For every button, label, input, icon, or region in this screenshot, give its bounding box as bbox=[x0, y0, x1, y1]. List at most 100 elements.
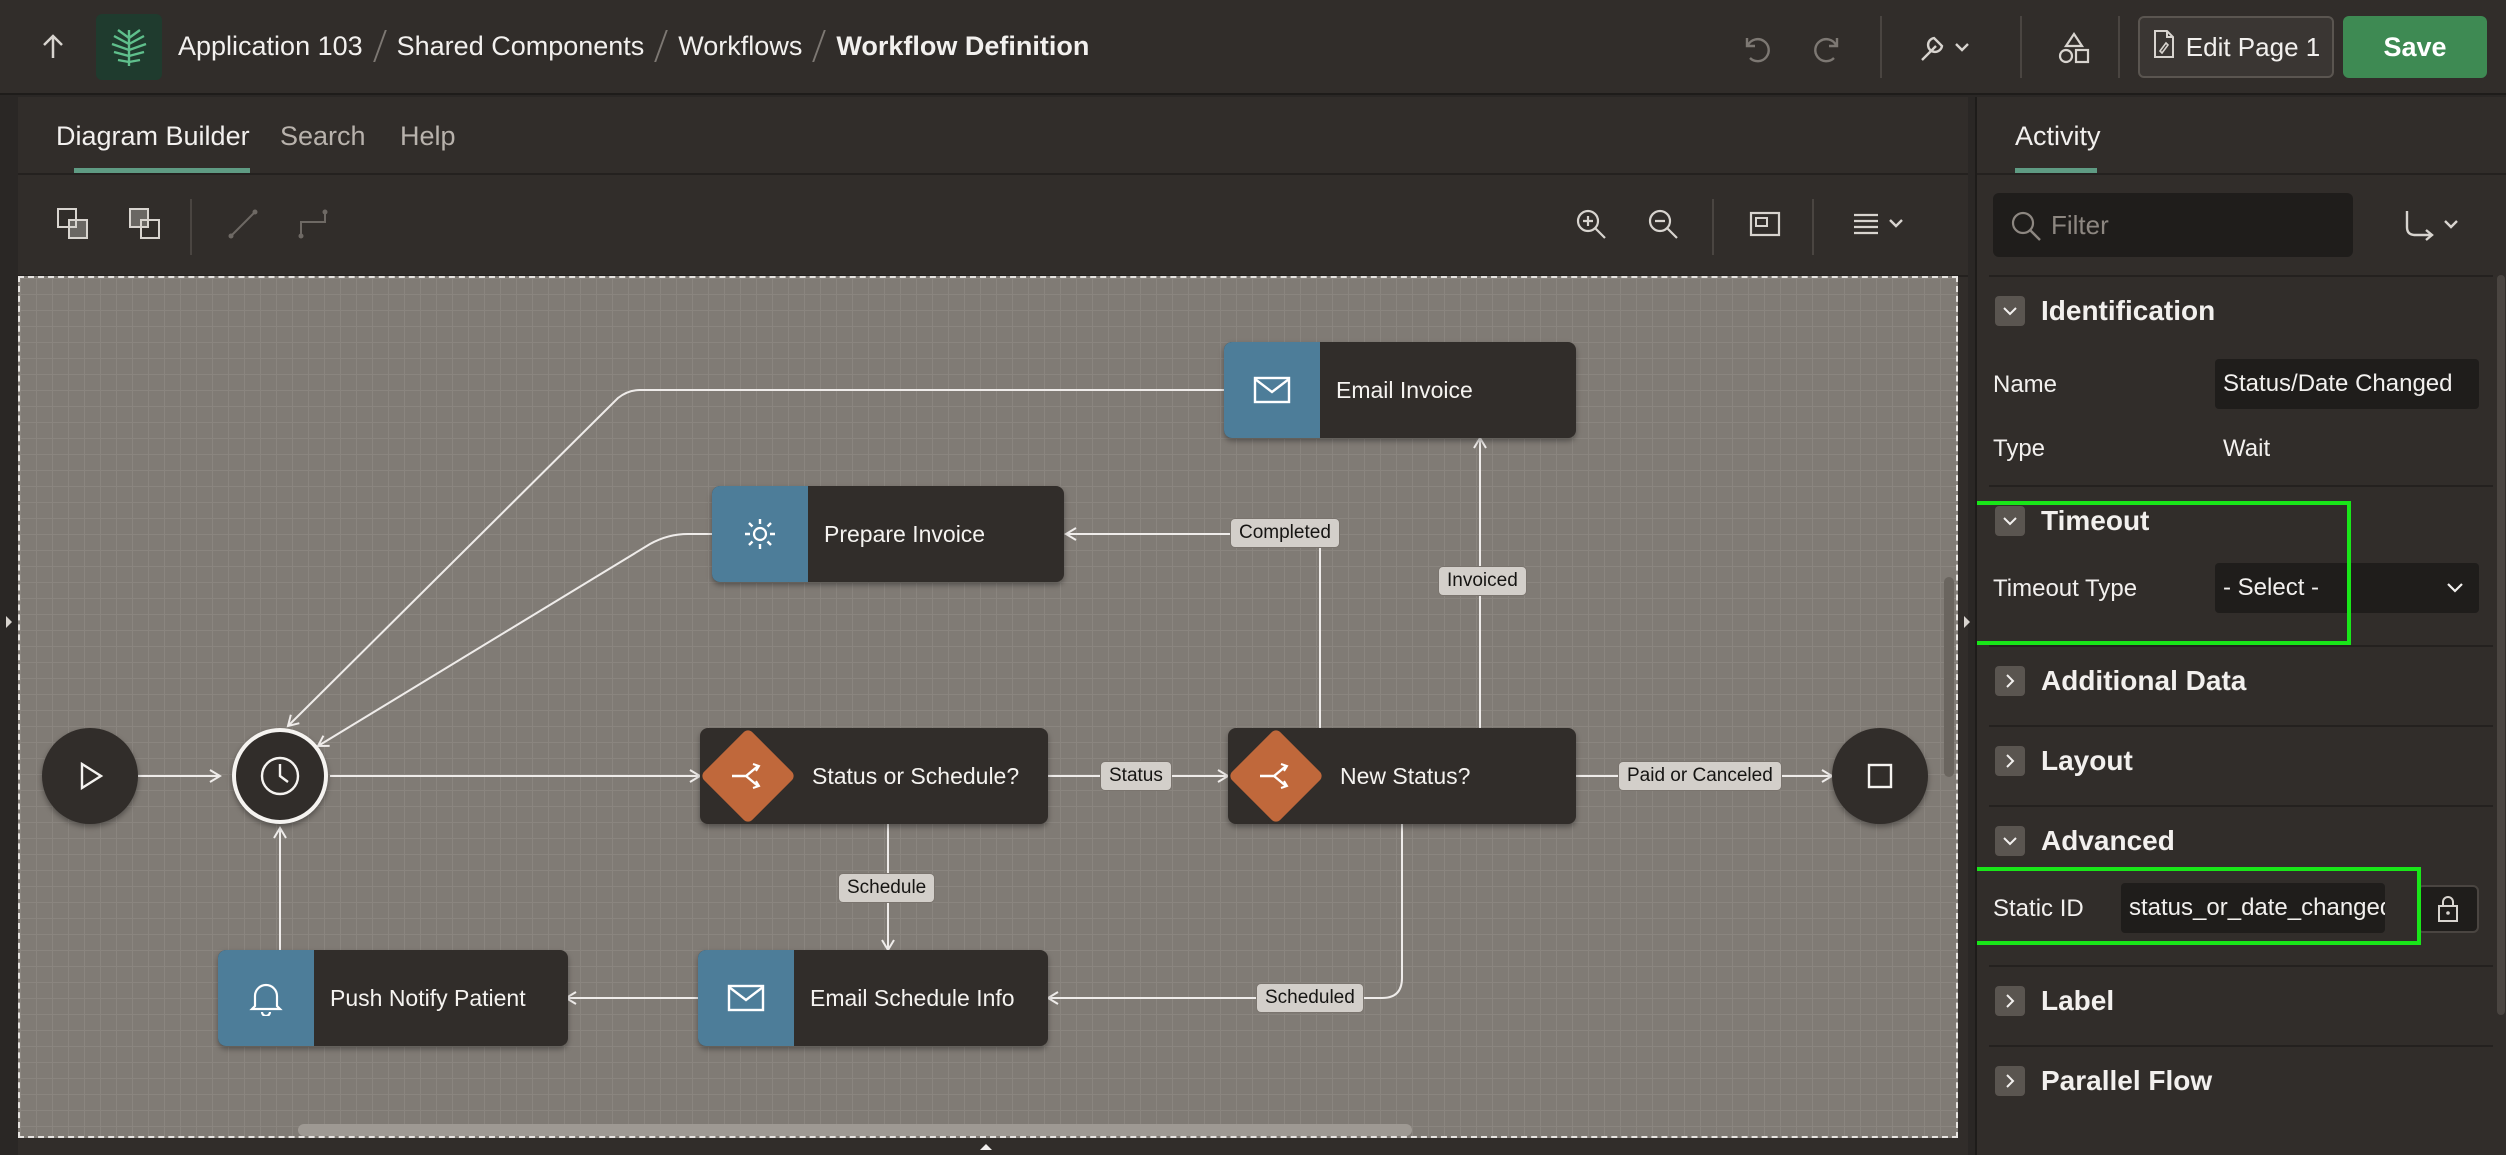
section-title: Advanced bbox=[2041, 825, 2175, 856]
page-title: Workflow Definition bbox=[836, 30, 1090, 61]
go-to-group-icon[interactable] bbox=[2401, 201, 2465, 249]
expand-bottom-icon[interactable] bbox=[978, 1142, 994, 1152]
edge-label-schedule[interactable]: Schedule bbox=[838, 873, 936, 903]
search-icon bbox=[2011, 211, 2041, 241]
breadcrumb-workflows[interactable]: Workflows bbox=[678, 31, 802, 62]
canvas-vertical-scrollbar[interactable] bbox=[1944, 577, 1954, 777]
section-parallel-flow[interactable]: Parallel Flow bbox=[1989, 1045, 2493, 1115]
section-advanced[interactable]: Advanced bbox=[1989, 805, 2493, 875]
redo-icon[interactable] bbox=[1806, 26, 1850, 70]
active-tab-indicator bbox=[74, 168, 250, 173]
edge-label-invoiced[interactable]: Invoiced bbox=[1438, 566, 1527, 596]
gateway-diamond bbox=[1227, 727, 1325, 825]
zoom-out-icon[interactable] bbox=[1640, 201, 1686, 247]
type-label: Type bbox=[1993, 435, 2046, 462]
type-value: Wait bbox=[2223, 435, 2271, 462]
edge-label-status[interactable]: Status bbox=[1100, 761, 1172, 791]
static-id-highlight-box bbox=[1977, 867, 2421, 945]
section-layout[interactable]: Layout bbox=[1989, 725, 2493, 795]
property-editor-scrollbar[interactable] bbox=[2497, 275, 2505, 1015]
filter-input[interactable]: Filter bbox=[1993, 193, 2353, 257]
section-label[interactable]: Label bbox=[1989, 965, 2493, 1035]
start-event[interactable] bbox=[42, 728, 138, 824]
name-field[interactable]: Status/Date Changed bbox=[2215, 359, 2479, 409]
app-logo-icon[interactable] bbox=[96, 14, 162, 80]
property-editor-tabs: Activity bbox=[1977, 97, 2506, 175]
view-menu-icon[interactable] bbox=[1848, 201, 1918, 247]
up-arrow-icon[interactable] bbox=[38, 32, 68, 62]
expand-left-icon[interactable] bbox=[4, 614, 14, 630]
email-invoice-node[interactable]: Email Invoice bbox=[1224, 342, 1576, 438]
chevron-right-icon bbox=[1995, 986, 2025, 1016]
tab-diagram-builder[interactable]: Diagram Builder bbox=[56, 121, 250, 152]
send-backward-icon[interactable] bbox=[122, 201, 168, 247]
chevron-right-icon bbox=[1995, 666, 2025, 696]
status-or-schedule-gateway[interactable]: Status or Schedule? bbox=[699, 727, 1048, 825]
filter-placeholder: Filter bbox=[2051, 209, 2109, 240]
email-schedule-info-node[interactable]: Email Schedule Info bbox=[698, 950, 1048, 1046]
branch-icon bbox=[700, 728, 796, 824]
diagram-tabs: Diagram Builder Search Help bbox=[18, 97, 1968, 175]
diagram-canvas[interactable]: Email Invoice Prepare Invoice Status or … bbox=[18, 276, 1958, 1138]
toolbar-divider bbox=[1712, 199, 1714, 255]
bring-forward-icon[interactable] bbox=[50, 201, 96, 247]
node-label: Email Schedule Info bbox=[810, 984, 1015, 1011]
top-header: Application 103 Shared Components Workfl… bbox=[0, 0, 2506, 95]
chevron-right-icon bbox=[1995, 746, 2025, 776]
lock-button[interactable] bbox=[2417, 885, 2479, 933]
node-label: Status or Schedule? bbox=[812, 762, 1020, 789]
section-title: Identification bbox=[2041, 295, 2216, 326]
zoom-in-icon[interactable] bbox=[1568, 201, 1614, 247]
undo-icon[interactable] bbox=[1734, 26, 1778, 70]
elbow-connector-icon[interactable] bbox=[290, 201, 336, 247]
section-title: Parallel Flow bbox=[2041, 1065, 2213, 1096]
section-title: Additional Data bbox=[2041, 665, 2247, 696]
chevron-right-icon bbox=[1995, 1066, 2025, 1096]
zoom-to-fit-icon[interactable] bbox=[1742, 201, 1788, 247]
gear-icon bbox=[745, 519, 775, 549]
active-tab-indicator bbox=[2015, 168, 2097, 173]
edge-label-completed[interactable]: Completed bbox=[1230, 518, 1340, 548]
tab-help[interactable]: Help bbox=[400, 121, 456, 152]
breadcrumb: Application 103 Shared Components Workfl… bbox=[178, 30, 1089, 62]
shared-components-shapes-icon[interactable] bbox=[2052, 26, 2096, 70]
section-additional-data[interactable]: Additional Data bbox=[1989, 645, 2493, 715]
header-divider bbox=[2020, 16, 2022, 78]
section-identification[interactable]: Identification bbox=[1989, 275, 2493, 345]
section-title: Layout bbox=[2041, 745, 2133, 776]
property-sections: Identification Name Status/Date Changed … bbox=[1977, 275, 2497, 1155]
wait-activity-node[interactable] bbox=[232, 728, 328, 824]
node-label: Email Invoice bbox=[1336, 376, 1473, 403]
save-button[interactable]: Save bbox=[2343, 16, 2487, 78]
lock-icon bbox=[2438, 896, 2458, 922]
expand-right-icon[interactable] bbox=[1962, 614, 1972, 630]
diagram-toolbar bbox=[18, 177, 1968, 277]
breadcrumb-application[interactable]: Application 103 bbox=[178, 31, 363, 62]
tab-search[interactable]: Search bbox=[280, 121, 366, 152]
branch-icon bbox=[1228, 728, 1324, 824]
push-notify-patient-node[interactable]: Push Notify Patient bbox=[218, 950, 568, 1046]
prepare-node-icon-box bbox=[712, 486, 808, 582]
envelope-icon bbox=[1253, 376, 1291, 404]
new-status-gateway[interactable]: New Status? bbox=[1227, 727, 1576, 825]
chevron-down-icon bbox=[2447, 583, 2463, 593]
gateway-diamond bbox=[699, 727, 797, 825]
page-file-icon bbox=[2152, 29, 2176, 66]
name-label: Name bbox=[1993, 371, 2058, 398]
breadcrumb-shared-components[interactable]: Shared Components bbox=[397, 31, 645, 62]
edge-label-scheduled[interactable]: Scheduled bbox=[1256, 983, 1364, 1013]
breadcrumb-separator bbox=[372, 30, 387, 62]
edit-page-button[interactable]: Edit Page 1 bbox=[2138, 16, 2334, 78]
end-event[interactable] bbox=[1832, 728, 1928, 824]
canvas-horizontal-scrollbar[interactable] bbox=[298, 1124, 1412, 1136]
utilities-wrench-icon[interactable] bbox=[1914, 26, 1978, 70]
tab-activity[interactable]: Activity bbox=[2015, 121, 2101, 152]
prepare-invoice-node[interactable]: Prepare Invoice bbox=[712, 486, 1064, 582]
straight-connector-icon[interactable] bbox=[220, 201, 266, 247]
edge-label-paid-or-canceled[interactable]: Paid or Canceled bbox=[1618, 761, 1782, 791]
timeout-highlight-box bbox=[1977, 501, 2351, 645]
chevron-down-icon bbox=[1995, 826, 2025, 856]
property-editor: Activity Filter Identification Name Stat… bbox=[1975, 97, 2506, 1155]
header-divider bbox=[2118, 16, 2120, 78]
play-icon bbox=[80, 761, 104, 791]
